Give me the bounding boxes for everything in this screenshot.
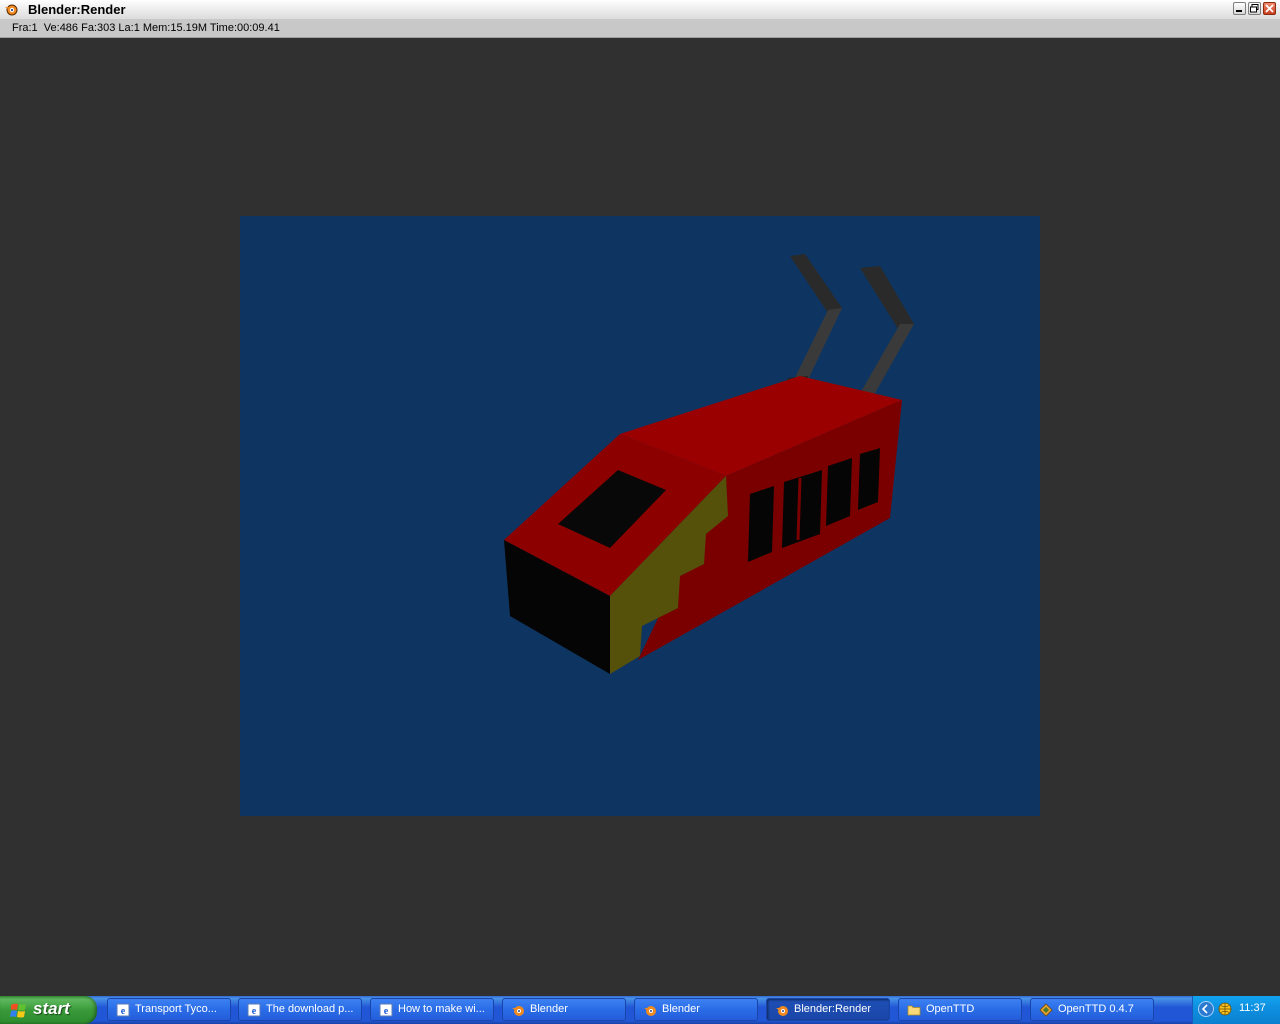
blender-icon [512,1006,524,1016]
start-button[interactable]: start [0,996,97,1024]
taskbar-item-openttd-folder[interactable]: OpenTTD [898,998,1022,1021]
close-icon [1265,4,1274,13]
clock: 11:37 [1239,1002,1266,1014]
render-viewport [240,216,1040,816]
ie-icon: e [379,1003,393,1017]
taskbar-item-blender-render[interactable]: Blender:Render [766,998,890,1021]
close-button[interactable] [1263,2,1276,15]
taskbar-item-label: Blender [662,1003,700,1015]
ie-icon: e [247,1003,261,1017]
restore-icon [1250,4,1259,13]
taskbar-item-transport-tycoon[interactable]: e Transport Tyco... [107,998,231,1021]
blender-icon [776,1006,788,1016]
taskbar-item-download-page[interactable]: e The download p... [238,998,362,1021]
start-label: start [33,999,70,1018]
pantograph-left [786,254,842,390]
taskbar-item-label: How to make wi... [398,1003,485,1015]
taskbar-item-blender-2[interactable]: Blender [634,998,758,1021]
blender-icon [5,4,18,16]
taskbar-item-label: Transport Tyco... [135,1003,217,1015]
taskbar-item-label: OpenTTD 0.4.7 [1058,1003,1134,1015]
chevron-left-icon [1201,1004,1208,1014]
taskbar-item-label: Blender:Render [794,1003,872,1015]
folder-icon [907,1005,921,1016]
render-info-bar: Fra:1 Ve:486 Fa:303 La:1 Mem:15.19M Time… [0,20,1280,38]
taskbar-item-openttd-game[interactable]: OpenTTD 0.4.7 [1030,998,1154,1021]
blender-icon [644,1006,656,1016]
svg-text:e: e [384,1006,389,1017]
ie-icon: e [116,1003,130,1017]
taskbar: start e Transport Tyco... e The download… [0,996,1280,1024]
taskbar-item-label: The download p... [266,1003,354,1015]
restore-button[interactable] [1248,2,1261,15]
rendered-tram-image [504,254,914,674]
svg-text:e: e [121,1006,126,1017]
openttd-icon [1039,1003,1053,1017]
system-tray: 11:37 [1192,996,1280,1024]
taskbar-item-blender-1[interactable]: Blender [502,998,626,1021]
svg-text:e: e [252,1006,257,1017]
network-globe-icon[interactable] [1218,1002,1232,1016]
taskbar-item-label: OpenTTD [926,1003,975,1015]
blender-render-window: Blender:Render Fra:1 Ve:486 Fa:303 La:1 … [0,0,1280,996]
pantograph-right [848,266,914,408]
render-stats: Fra:1 Ve:486 Fa:303 La:1 Mem:15.19M Time… [12,22,280,34]
window-title: Blender:Render [28,2,126,17]
windows-logo-icon [10,1003,26,1018]
minimize-icon [1236,10,1242,12]
minimize-button[interactable] [1233,2,1246,15]
taskbar-item-label: Blender [530,1003,568,1015]
tray-expand-button[interactable] [1198,1001,1214,1017]
title-bar[interactable]: Blender:Render [0,0,1280,20]
taskbar-item-how-to-make[interactable]: e How to make wi... [370,998,494,1021]
